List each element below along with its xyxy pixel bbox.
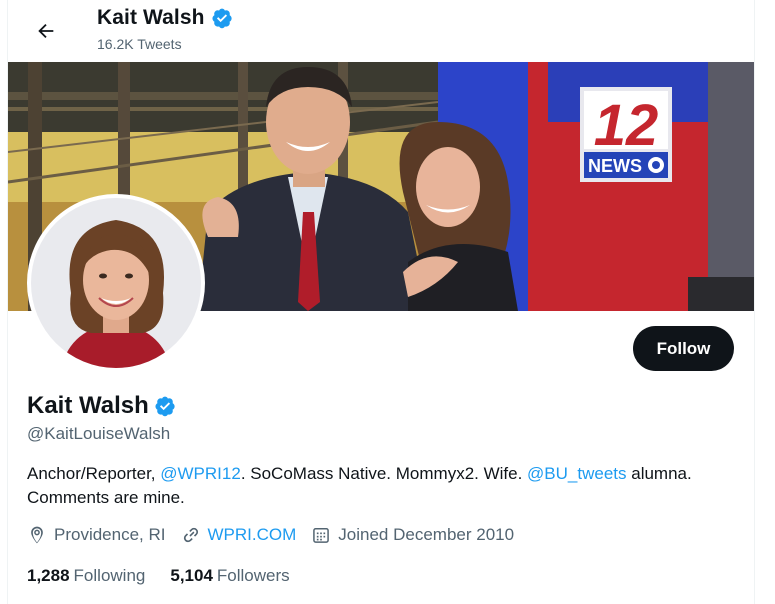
joined-text: Joined December 2010 (338, 525, 515, 544)
mention-link-wpri12[interactable]: @WPRI12 (160, 464, 241, 483)
profile-name-row: Kait Walsh (27, 392, 176, 420)
followers-label: Followers (216, 566, 290, 585)
profile-header: Kait Walsh 16.2K Tweets (8, 0, 754, 62)
verified-badge-icon (155, 396, 175, 417)
header-name-row: Kait Walsh (97, 6, 233, 30)
display-name: Kait Walsh (27, 392, 149, 419)
following-count: 1,288 (27, 566, 70, 585)
following-link[interactable]: 1,288 Following (27, 566, 145, 586)
website-item: WPRI.COM (181, 525, 297, 545)
verified-badge-icon (212, 8, 232, 29)
news-logo: 12 NEWS (580, 87, 672, 182)
website-link[interactable]: WPRI.COM (208, 525, 297, 545)
profile-handle: @KaitLouiseWalsh (27, 424, 171, 443)
avatar-image (31, 198, 201, 368)
joined-item: Joined December 2010 (311, 525, 514, 545)
location-text: Providence, RI (54, 525, 166, 544)
mention-link-bu-tweets[interactable]: @BU_tweets (527, 464, 626, 483)
profile-meta: Providence, RI WPRI.COM Joined December … (27, 525, 529, 545)
location-item: Providence, RI (27, 525, 166, 545)
profile-bio: Anchor/Reporter, @WPRI12. SoCoMass Nativ… (27, 462, 727, 510)
profile-avatar[interactable] (27, 194, 205, 372)
follow-button[interactable]: Follow (633, 326, 734, 371)
back-button[interactable] (28, 13, 64, 49)
location-pin-icon (31, 526, 43, 544)
arrow-left-icon (38, 23, 54, 39)
tweet-count: 16.2K Tweets (97, 36, 182, 52)
svg-text:NEWS: NEWS (588, 156, 642, 176)
svg-text:12: 12 (594, 93, 659, 158)
following-label: Following (73, 566, 146, 585)
follow-stats: 1,288 Following 5,104 Followers (27, 566, 315, 586)
header-name: Kait Walsh (97, 6, 205, 29)
bio-text: Anchor/Reporter, (27, 464, 161, 483)
bio-text: . SoCoMass Native. Mommyx2. Wife. (240, 464, 528, 483)
column-border-right (754, 0, 755, 604)
followers-count: 5,104 (170, 566, 213, 585)
link-icon (183, 527, 198, 543)
followers-link[interactable]: 5,104 Followers (170, 566, 289, 586)
calendar-icon (313, 528, 330, 543)
